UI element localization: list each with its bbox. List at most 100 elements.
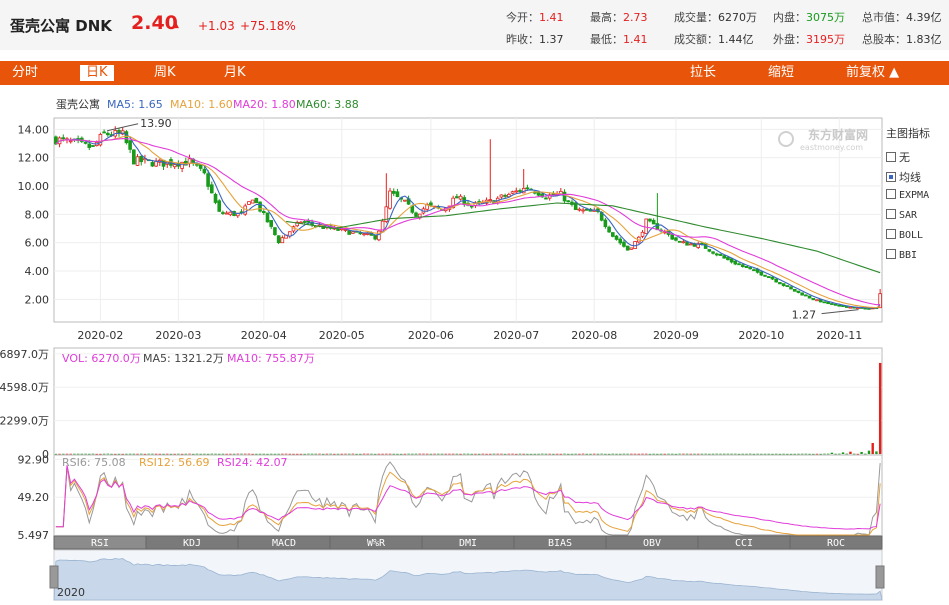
volume-bar <box>437 453 440 455</box>
volume-bar <box>515 453 518 455</box>
volume-bar <box>347 453 351 455</box>
volume-bar <box>529 453 533 455</box>
volume-tick-label: 4598.0万 <box>0 381 49 394</box>
volume-bar <box>544 453 548 455</box>
volume-bar <box>685 453 689 455</box>
kline-chart[interactable]: 14.00 12.00 10.00 8.00 6.00 4.00 2.00 2020-02 20… <box>0 0 949 605</box>
volume-bar <box>678 453 681 455</box>
watermark: 东方财富网 <box>808 127 868 142</box>
navigator-right-handle[interactable] <box>875 565 885 589</box>
volume-bar <box>377 453 381 455</box>
candle-body <box>503 195 507 197</box>
volume-bar <box>102 453 106 455</box>
volume-bar <box>422 453 425 455</box>
candle-body <box>68 140 73 143</box>
volume-bar <box>812 453 815 455</box>
volume-bar <box>388 453 392 455</box>
volume-bar <box>403 453 407 455</box>
candle-body <box>83 141 88 144</box>
volume-bar <box>481 453 485 455</box>
candle-body <box>622 241 626 247</box>
volume-bar <box>570 453 574 455</box>
candle-body <box>544 197 548 200</box>
volume-bar <box>875 451 878 454</box>
date-tick-label: 2020-06 <box>408 329 454 342</box>
volume-bar <box>730 453 733 455</box>
volume-bar <box>641 453 644 455</box>
navigator-left-handle[interactable] <box>49 565 59 589</box>
volume-bar <box>166 453 169 455</box>
volume-bar <box>284 453 288 455</box>
volume-bar <box>288 453 291 455</box>
volume-bar <box>106 453 110 455</box>
volume-bar <box>477 453 481 455</box>
volume-bar <box>318 453 321 455</box>
price-tick-label: 8.00 <box>25 208 50 221</box>
price-tick-label: 6.00 <box>25 237 50 250</box>
volume-bar <box>474 453 477 455</box>
candle-body <box>562 191 567 202</box>
candle-body <box>733 260 738 265</box>
volume-bar <box>682 453 685 455</box>
candle-body <box>362 233 366 236</box>
volume-bar <box>826 453 830 455</box>
volume-bar <box>830 452 834 454</box>
candle-body <box>102 131 106 134</box>
candle-body <box>377 230 381 241</box>
volume-bar <box>722 453 726 455</box>
volume-bar <box>541 453 544 455</box>
volume-bar <box>611 453 615 455</box>
indicator-tab-label: ROC <box>827 538 845 549</box>
candle-body <box>722 255 726 259</box>
indicator-tab-label: BIAS <box>548 538 572 549</box>
volume-bar <box>180 453 184 455</box>
indicator-tab-label: DMI <box>459 538 477 549</box>
candle-body <box>651 219 656 225</box>
volume-bar <box>169 453 173 455</box>
candle-body <box>224 212 229 215</box>
volume-bar <box>671 453 674 455</box>
indicator-tab-label: CCI <box>735 538 753 549</box>
date-tick-label: 2020-07 <box>493 329 539 342</box>
volume-bar <box>774 453 778 455</box>
volume-bar <box>563 453 566 455</box>
volume-bar <box>466 453 470 455</box>
volume-bar <box>125 453 128 455</box>
volume-bar <box>173 453 176 455</box>
candle-body <box>781 283 786 287</box>
indicator-tab-label: MACD <box>272 538 296 549</box>
volume-bar <box>741 453 744 455</box>
volume-bar <box>752 453 756 455</box>
volume-bar <box>247 453 251 455</box>
volume-bar <box>867 450 871 454</box>
ma-legend-item: MA60: 3.88 <box>296 98 359 111</box>
volume-bar <box>218 453 221 455</box>
volume-bar <box>511 453 514 455</box>
price-tick-label: 12.00 <box>18 152 50 165</box>
candle-body <box>306 220 311 223</box>
volume-bar <box>659 453 663 455</box>
candle-body <box>611 232 615 237</box>
candle-body <box>525 187 530 190</box>
volume-bar <box>522 453 525 455</box>
candle-body <box>391 190 396 194</box>
volume-bar <box>84 453 87 455</box>
volume-bar <box>336 453 340 455</box>
volume-bar <box>258 453 262 455</box>
candle-body <box>815 299 819 302</box>
chart-title: 蛋壳公寓 <box>56 97 100 111</box>
volume-bar <box>117 453 121 455</box>
volume-tick-label: 6897.0万 <box>0 348 49 361</box>
candle-body <box>132 149 136 165</box>
candle-body <box>577 208 582 211</box>
volume-bar <box>351 453 355 455</box>
volume-bar <box>697 453 700 455</box>
volume-bar <box>396 453 399 455</box>
volume-bar <box>303 453 306 455</box>
candle-body <box>403 199 407 202</box>
volume-bar <box>585 453 589 455</box>
candle-body <box>458 195 463 200</box>
volume-bar <box>689 453 692 455</box>
volume-bar <box>429 453 433 455</box>
candle-body <box>273 227 277 235</box>
